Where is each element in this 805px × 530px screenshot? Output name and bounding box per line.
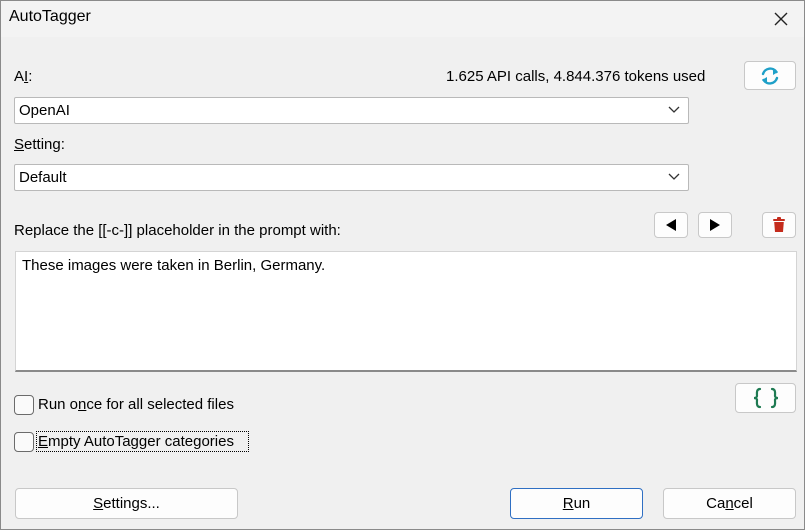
empty-categories-checkbox[interactable] [14, 432, 34, 452]
setting-select[interactable]: Default [14, 164, 689, 191]
ai-select[interactable]: OpenAI [14, 97, 689, 124]
settings-button-label: Settings... [93, 495, 160, 512]
triangle-right-icon [710, 219, 720, 231]
placeholder-label: Replace the [[-c-]] placeholder in the p… [14, 222, 341, 239]
chevron-down-icon [668, 173, 680, 180]
api-usage-text: 1.625 API calls, 4.844.376 tokens used [446, 68, 706, 85]
previous-button[interactable] [654, 212, 688, 238]
run-button-label: Run [562, 495, 591, 512]
empty-categories-label[interactable]: Empty AutoTagger categories [38, 433, 234, 450]
title-bar: AutoTagger [1, 1, 804, 37]
ai-label: AI: [14, 68, 33, 85]
run-once-label[interactable]: Run once for all selected files [38, 396, 234, 413]
trash-icon [773, 217, 785, 232]
curly-braces-icon [753, 387, 778, 409]
cancel-button[interactable]: Cancel [663, 488, 796, 519]
placeholder-text-value: These images were taken in Berlin, Germa… [22, 257, 326, 274]
chevron-down-icon [668, 106, 680, 113]
next-button[interactable] [698, 212, 732, 238]
ai-select-value: OpenAI [19, 102, 70, 119]
run-once-checkbox[interactable] [14, 395, 34, 415]
cancel-button-label: Cancel [706, 495, 753, 512]
triangle-left-icon [666, 219, 676, 231]
refresh-button[interactable] [744, 61, 796, 90]
settings-button[interactable]: Settings... [15, 488, 238, 519]
refresh-icon [761, 66, 779, 85]
close-button[interactable] [758, 1, 804, 37]
close-icon [774, 12, 788, 26]
window-title: AutoTagger [9, 8, 91, 25]
setting-label: Setting: [14, 136, 65, 153]
variables-button[interactable] [735, 383, 796, 413]
setting-select-value: Default [19, 169, 67, 186]
delete-button[interactable] [762, 212, 796, 238]
placeholder-text-area[interactable]: These images were taken in Berlin, Germa… [15, 251, 797, 372]
autotagger-dialog: AutoTagger AI: 1.625 API calls, 4.844.37… [0, 0, 805, 530]
run-button[interactable]: Run [510, 488, 643, 519]
